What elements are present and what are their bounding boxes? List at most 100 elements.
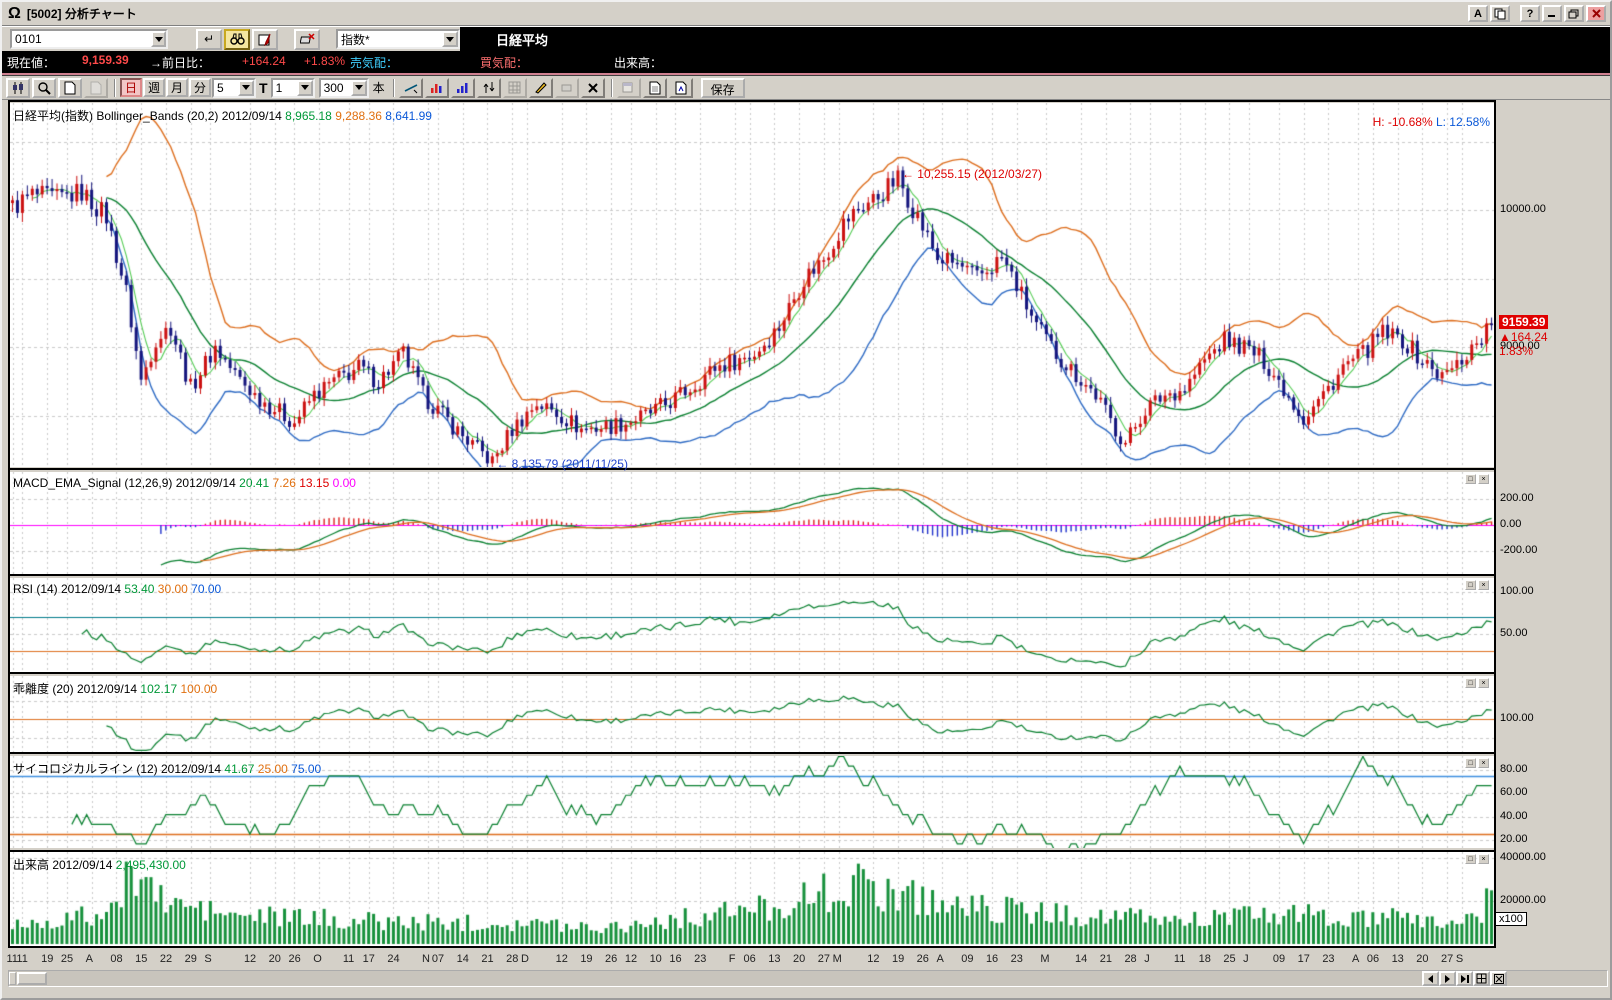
search-binoculars-button[interactable]: [224, 29, 250, 50]
last-price-change: ▲164.24: [1499, 330, 1548, 344]
kairi-panel-close-button[interactable]: ×: [1478, 678, 1489, 688]
page-copy-button[interactable]: [84, 78, 108, 98]
volume-panel-restore-button[interactable]: □: [1465, 854, 1476, 864]
x-tick: 17: [1298, 953, 1310, 965]
grid-toggle-button[interactable]: [1473, 971, 1490, 986]
enter-button[interactable]: ↵: [196, 29, 222, 50]
draw-pencil-button[interactable]: [529, 78, 553, 98]
kairi-base-value: 100.00: [180, 682, 217, 696]
kairi-chart-canvas[interactable]: [10, 676, 1494, 752]
window-layout-button[interactable]: [617, 78, 641, 98]
x-tick: M: [833, 953, 842, 965]
y-tick: 200.00: [1500, 492, 1534, 504]
chevron-down-icon[interactable]: [238, 80, 254, 96]
interval-select[interactable]: 5: [212, 78, 256, 98]
chevron-down-icon[interactable]: [297, 80, 313, 96]
divider: [8, 468, 1496, 470]
change-label: →前日比：: [150, 54, 210, 71]
indicator-blue-button[interactable]: [451, 78, 475, 98]
eraser-icon: [560, 82, 574, 93]
x-tick: 16: [669, 953, 681, 965]
grid-icon: [508, 81, 521, 94]
bollinger-middle-value: 8,965.18: [285, 109, 332, 123]
y-tick: 80.00: [1500, 763, 1528, 775]
zoom-button[interactable]: [32, 78, 56, 98]
period-minute-button[interactable]: 分: [189, 78, 211, 97]
y-tick: 60.00: [1500, 786, 1528, 798]
save-page-button[interactable]: [643, 78, 667, 98]
save-button[interactable]: 保存: [701, 78, 745, 98]
rsi-panel-restore-button[interactable]: □: [1465, 580, 1476, 590]
psych-panel-restore-button[interactable]: □: [1465, 758, 1476, 768]
font-button[interactable]: A: [1468, 5, 1488, 22]
x-tick: 18: [1199, 953, 1211, 965]
x-tick: 11: [1174, 953, 1185, 965]
restore-button[interactable]: [1564, 5, 1584, 22]
market-select[interactable]: 指数*: [336, 29, 460, 49]
x-tick: 13: [768, 953, 780, 965]
scroll-right-button[interactable]: [1439, 971, 1456, 986]
tick-select[interactable]: 1: [271, 78, 315, 98]
symbol-code-combo[interactable]: [10, 29, 168, 49]
ask-label: 売気配：: [350, 54, 398, 71]
y-tick: 0.00: [1500, 518, 1521, 530]
period-day-button[interactable]: 日: [120, 78, 142, 97]
close-button[interactable]: [1586, 5, 1606, 22]
eraser-icon: [300, 33, 315, 45]
help-button[interactable]: ?: [1520, 5, 1540, 22]
load-page-button[interactable]: [669, 78, 693, 98]
x-tick: 14: [1075, 953, 1087, 965]
x-icon: [587, 82, 599, 94]
last-price-pct: 1.83%: [1499, 344, 1533, 358]
volume-chart-canvas[interactable]: [10, 852, 1494, 946]
scroll-left-button[interactable]: [1422, 971, 1439, 986]
erase-button[interactable]: [555, 78, 579, 98]
x-tick: A: [86, 953, 93, 965]
indicator-red-button[interactable]: [425, 78, 449, 98]
horizontal-scrollbar[interactable]: [8, 970, 1608, 987]
copy-window-button[interactable]: [1490, 5, 1510, 22]
x-tick: M: [1040, 953, 1049, 965]
volume-panel-close-button[interactable]: ×: [1478, 854, 1489, 864]
macd-value: 20.41: [239, 476, 269, 490]
scroll-to-end-button[interactable]: [1456, 971, 1473, 986]
rsi-panel-close-button[interactable]: ×: [1478, 580, 1489, 590]
psych-panel-close-button[interactable]: ×: [1478, 758, 1489, 768]
y-tick: 20000.00: [1500, 894, 1546, 906]
scrollbar-grip[interactable]: [9, 972, 16, 985]
x-tick: 16: [986, 953, 998, 965]
macd-panel-restore-button[interactable]: □: [1465, 474, 1476, 484]
kairi-panel-restore-button[interactable]: □: [1465, 678, 1476, 688]
app-icon: Ω: [8, 5, 21, 23]
chevron-down-icon[interactable]: [151, 31, 166, 47]
period-week-button[interactable]: 週: [143, 78, 165, 97]
scrollbar-thumb[interactable]: [17, 972, 47, 985]
rsi-chart-canvas[interactable]: [10, 578, 1494, 672]
bars-select[interactable]: 300: [319, 78, 369, 98]
x-tick: 26: [917, 953, 929, 965]
chevron-down-icon[interactable]: [351, 80, 367, 96]
divider: [1494, 100, 1496, 948]
period-month-button[interactable]: 月: [166, 78, 188, 97]
price-chart-canvas[interactable]: [10, 103, 1494, 467]
macd-panel-close-button[interactable]: ×: [1478, 474, 1489, 484]
y-tick: 50.00: [1500, 627, 1528, 639]
bollinger-upper-value: 9,288.36: [335, 109, 382, 123]
trendline-button[interactable]: [399, 78, 423, 98]
kairi-value: 102.17: [140, 682, 177, 696]
panel-close-button[interactable]: [1490, 971, 1507, 986]
current-price-value: 9,159.39: [82, 53, 129, 67]
sort-arrows-button[interactable]: [477, 78, 501, 98]
new-page-button[interactable]: [58, 78, 82, 98]
grid-button[interactable]: [503, 78, 527, 98]
x-tick: 21: [1100, 953, 1112, 965]
change-value: +164.24: [242, 54, 286, 68]
minimize-button[interactable]: [1542, 5, 1562, 22]
memo-button[interactable]: [252, 29, 278, 50]
clear-drawing-button[interactable]: [294, 29, 320, 50]
delete-button[interactable]: [581, 78, 605, 98]
symbol-code-input[interactable]: [15, 32, 151, 46]
candlestick-mode-button[interactable]: [6, 78, 30, 98]
chevron-down-icon[interactable]: [442, 31, 458, 47]
window-icon: [622, 82, 636, 94]
